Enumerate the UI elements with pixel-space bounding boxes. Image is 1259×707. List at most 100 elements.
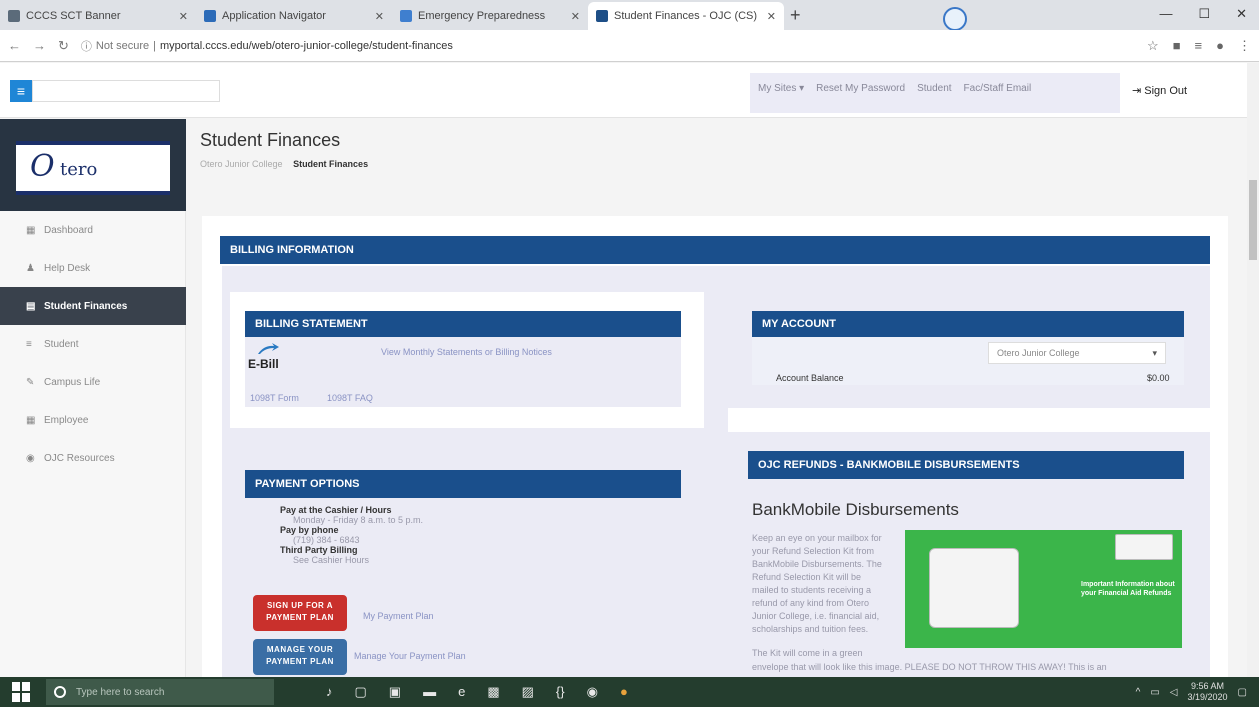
chrome-icon[interactable]: ●: [620, 684, 628, 700]
reload-icon[interactable]: ↻: [58, 38, 69, 54]
otero-logo[interactable]: O tero: [16, 141, 170, 195]
maximize-icon[interactable]: ☐: [1198, 6, 1210, 22]
refund-text-line: your Refund Selection Kit from: [752, 546, 875, 556]
mailing-label-illustration: [1115, 534, 1173, 560]
close-icon[interactable]: ✕: [571, 10, 580, 23]
ebill-logo[interactable]: E-Bill: [248, 357, 279, 371]
sign-out-link[interactable]: ⇥ Sign Out: [1132, 84, 1187, 97]
campus-life-icon: ✎: [26, 376, 35, 388]
sidebar-item-ojc-resources[interactable]: ◉ OJC Resources: [0, 439, 186, 477]
browser-tab-strip: CCCS SCT Banner ✕ Application Navigator ✕ …: [0, 0, 1259, 31]
college-select[interactable]: Otero Junior College ▾: [988, 342, 1166, 364]
taskbar-clock[interactable]: 9:56 AM 3/19/2020: [1188, 681, 1228, 703]
close-icon[interactable]: ✕: [767, 10, 776, 23]
1098t-form-link[interactable]: 1098T Form: [250, 393, 299, 403]
menu-toggle-button[interactable]: ≡: [10, 80, 32, 102]
manage-payment-plan-link[interactable]: Manage Your Payment Plan: [354, 651, 466, 661]
new-tab-button[interactable]: +: [790, 5, 801, 26]
close-icon[interactable]: ✕: [375, 10, 384, 23]
sign-up-payment-plan-button[interactable]: SIGN UP FOR A PAYMENT PLAN: [253, 595, 347, 631]
sidebar-item-student[interactable]: ≡ Student: [0, 325, 186, 363]
scrollbar-thumb[interactable]: [1249, 180, 1257, 260]
file-explorer-icon[interactable]: ▬: [423, 684, 436, 700]
profile-icon[interactable]: ●: [1216, 38, 1224, 54]
third-party-billing-value: See Cashier Hours: [293, 555, 370, 565]
staff-email-link[interactable]: Fac/Staff Email: [964, 83, 1032, 94]
taskbar-date: 3/19/2020: [1187, 692, 1228, 702]
sidebar-item-help-desk[interactable]: ♟ Help Desk: [0, 249, 186, 287]
sidebar-item-campus-life[interactable]: ✎ Campus Life: [0, 363, 186, 401]
browser-tab[interactable]: Emergency Preparedness ✕: [392, 2, 588, 30]
student-link[interactable]: Student: [917, 83, 951, 94]
network-icon[interactable]: ▭: [1150, 687, 1159, 698]
reading-list-icon[interactable]: ≡: [1195, 38, 1203, 54]
refund-text-line: refund of any kind from Otero: [752, 598, 870, 608]
sidebar-item-student-finances[interactable]: ▤ Student Finances: [0, 287, 186, 325]
notifications-icon[interactable]: ▢: [1238, 687, 1247, 698]
refunds-header: OJC REFUNDS - BANKMOBILE DISBURSEMENTS: [748, 451, 1184, 479]
sidebar-item-label: Student: [44, 338, 79, 350]
system-tray: ^ ▭ ◁ 9:56 AM 3/19/2020 ▢: [1136, 681, 1259, 703]
tray-chevron-icon[interactable]: ^: [1136, 687, 1141, 698]
page-header: Student Finances Otero Junior College St…: [200, 130, 368, 169]
dashboard-icon: ▦: [26, 224, 36, 236]
sidebar-item-label: Employee: [44, 414, 89, 426]
microphone-icon[interactable]: ♪: [326, 684, 333, 700]
ebill-arrow-icon: [258, 343, 279, 354]
close-icon[interactable]: ✕: [179, 10, 188, 23]
outlook-icon[interactable]: ▣: [389, 684, 401, 700]
edge-browser-icon[interactable]: e: [458, 684, 465, 700]
browser-toolbar-icons: ☆ ■ ≡ ● ⋮: [1147, 38, 1251, 54]
sign-out-label: Sign Out: [1144, 85, 1188, 97]
1098t-faq-link[interactable]: 1098T FAQ: [327, 393, 373, 403]
minimize-icon[interactable]: —: [1159, 6, 1172, 22]
browser-tab-active[interactable]: Student Finances - OJC (CS) ✕: [588, 2, 784, 30]
phone-number: (719) 384 - 6843: [293, 535, 360, 545]
task-view-icon[interactable]: ▢: [355, 684, 367, 700]
browser-tab[interactable]: Application Navigator ✕: [196, 2, 392, 30]
url-text[interactable]: myportal.cccs.edu/web/otero-junior-colle…: [160, 40, 453, 52]
bookmark-star-icon[interactable]: ☆: [1147, 38, 1159, 54]
url-bar[interactable]: ⓘ Not secure | myportal.cccs.edu/web/ote…: [81, 38, 1147, 54]
top-links: My Sites ▾ Reset My Password Student Fac…: [758, 83, 1031, 123]
reset-password-link[interactable]: Reset My Password: [816, 83, 905, 94]
page-title: Student Finances: [200, 130, 341, 150]
page-scrollbar[interactable]: [1247, 63, 1259, 677]
forward-icon[interactable]: →: [33, 38, 46, 53]
refund-text-line: Junior College, i.e. financial aid,: [752, 611, 880, 621]
info-icon[interactable]: ⓘ: [81, 38, 92, 54]
tab-title: CCCS SCT Banner: [26, 10, 121, 22]
extension-icon[interactable]: [943, 7, 967, 31]
refund-text-line: envelope that will look like this image.…: [752, 662, 1107, 672]
word-icon[interactable]: ▨: [522, 684, 534, 700]
back-icon[interactable]: ←: [8, 38, 21, 53]
third-party-billing-label: Third Party Billing: [280, 545, 358, 555]
tab-favicon-icon: [596, 10, 608, 22]
code-braces-icon[interactable]: {}: [556, 684, 565, 700]
refund-text-line: The Kit will come in a green: [752, 648, 863, 658]
portal-search-input[interactable]: [32, 80, 220, 102]
windows-start-icon[interactable]: [12, 682, 32, 702]
payment-options-header: PAYMENT OPTIONS: [245, 470, 681, 498]
extension-square-icon[interactable]: ■: [1173, 38, 1181, 54]
taskbar-search-input[interactable]: Type here to search: [46, 679, 274, 705]
browser-tab[interactable]: CCCS SCT Banner ✕: [0, 2, 196, 30]
my-sites-link[interactable]: My Sites ▾: [758, 83, 804, 94]
volume-icon[interactable]: ◁: [1170, 687, 1178, 698]
window-controls: — ☐ ✕: [1159, 6, 1247, 22]
my-payment-plan-link[interactable]: My Payment Plan: [363, 611, 434, 621]
sidebar-item-dashboard[interactable]: ▦ Dashboard: [0, 211, 186, 249]
close-window-icon[interactable]: ✕: [1236, 6, 1247, 22]
tab-favicon-icon: [400, 10, 412, 22]
more-menu-icon[interactable]: ⋮: [1238, 38, 1251, 54]
manage-payment-plan-button[interactable]: MANAGE YOUR PAYMENT PLAN: [253, 639, 347, 675]
excel-icon[interactable]: ▩: [487, 684, 499, 700]
statements-link[interactable]: View Monthly Statements or Billing Notic…: [381, 347, 552, 357]
sidebar-item-label: Dashboard: [44, 224, 93, 236]
sidebar-item-employee[interactable]: ▦ Employee: [0, 401, 186, 439]
cortana-icon: [54, 686, 66, 698]
cashier-hours-value: Monday - Friday 8 a.m. to 5 p.m.: [293, 515, 424, 525]
chat-icon[interactable]: ◉: [587, 684, 598, 700]
breadcrumb-parent[interactable]: Otero Junior College: [200, 159, 283, 169]
sidebar-nav: ▦ Dashboard ♟ Help Desk ▤ Student Finances …: [0, 211, 186, 477]
